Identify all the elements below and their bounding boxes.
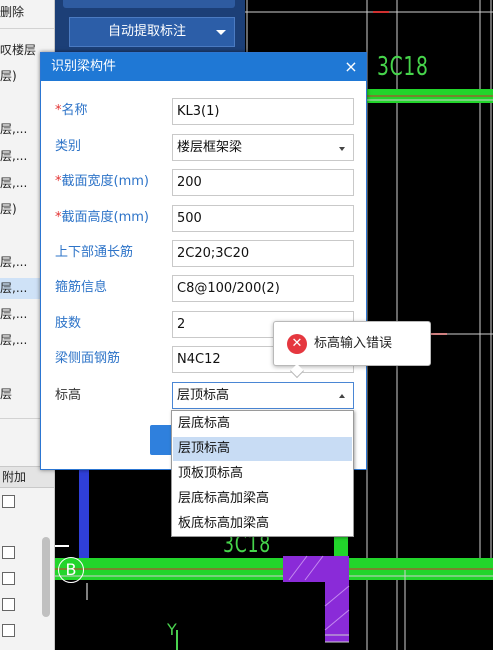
error-tooltip: ✕ 标高输入错误: [273, 321, 431, 379]
attach-checkbox[interactable]: [2, 572, 15, 585]
elevation-dropdown-list: 层底标高 层顶标高 顶板顶标高 层底标高加梁高 板底标高加梁高: [171, 410, 354, 537]
error-icon: ✕: [287, 334, 307, 354]
attach-checkbox[interactable]: [2, 624, 15, 637]
stirrup-info-label: 箍筋信息: [55, 280, 108, 295]
close-icon[interactable]: ×: [344, 53, 358, 81]
chevron-up-icon: [339, 394, 345, 398]
attach-checkbox[interactable]: [2, 546, 15, 559]
attach-checkbox[interactable]: [2, 598, 15, 611]
beam-rebar-label-top: 3C18: [377, 52, 429, 82]
section-height-field[interactable]: 500: [172, 205, 354, 232]
error-message: 标高输入错误: [314, 336, 393, 351]
chevron-down-icon: [339, 147, 345, 151]
dialog-title-bar[interactable]: 识别梁构件: [41, 53, 366, 81]
elevation-label: 标高: [55, 388, 82, 403]
toolbar-button-stub[interactable]: [63, 0, 235, 8]
section-width-label: *截面宽度(mm): [55, 174, 149, 189]
ribbon-toolbar: 自动提取标注: [55, 0, 245, 52]
auto-extract-label: 自动提取标注: [108, 24, 187, 39]
elevation-option-slab-top[interactable]: 顶板顶标高: [173, 462, 352, 486]
category-label: 类别: [55, 139, 82, 154]
y-axis-label: Y: [167, 620, 177, 639]
continuous-rebar-label: 上下部通长筋: [55, 245, 134, 260]
elevation-value: 层顶标高: [177, 388, 230, 403]
stirrup-info-field[interactable]: C8@100/200(2): [172, 275, 354, 302]
category-select[interactable]: 楼层框架梁: [172, 134, 354, 161]
dialog-title: 识别梁构件: [51, 59, 117, 74]
elevation-select[interactable]: 层顶标高: [172, 382, 354, 409]
chevron-down-icon[interactable]: [216, 30, 226, 35]
elevation-option-floor-bottom-plus-beam[interactable]: 层底标高加梁高: [173, 487, 352, 511]
section-height-label: *截面高度(mm): [55, 210, 149, 225]
panel-scrollbar[interactable]: [42, 537, 50, 617]
name-field[interactable]: KL3(1): [172, 98, 354, 125]
delete-menu-item[interactable]: 删除: [0, 2, 54, 23]
axis-marker-b: B: [58, 557, 84, 583]
attach-checkbox[interactable]: [2, 495, 15, 508]
category-value: 楼层框架梁: [177, 140, 243, 155]
auto-extract-annotation-button[interactable]: 自动提取标注: [69, 17, 235, 47]
identify-beam-dialog: 识别梁构件 × *名称 KL3(1) 类别 楼层框架梁 *截面宽度(mm) 20…: [40, 52, 367, 470]
name-label: *名称: [55, 103, 88, 118]
elevation-option-floor-bottom[interactable]: 层底标高: [173, 412, 352, 436]
continuous-rebar-field[interactable]: 2C20;3C20: [172, 240, 354, 267]
section-width-field[interactable]: 200: [172, 169, 354, 196]
elevation-option-slab-bottom-plus-beam[interactable]: 板底标高加梁高: [173, 512, 352, 536]
side-rebar-label: 梁侧面钢筋: [55, 351, 121, 366]
elevation-option-floor-top[interactable]: 层顶标高: [173, 437, 352, 461]
panel-divider: [0, 28, 54, 29]
stirrup-legs-label: 肢数: [55, 316, 82, 331]
